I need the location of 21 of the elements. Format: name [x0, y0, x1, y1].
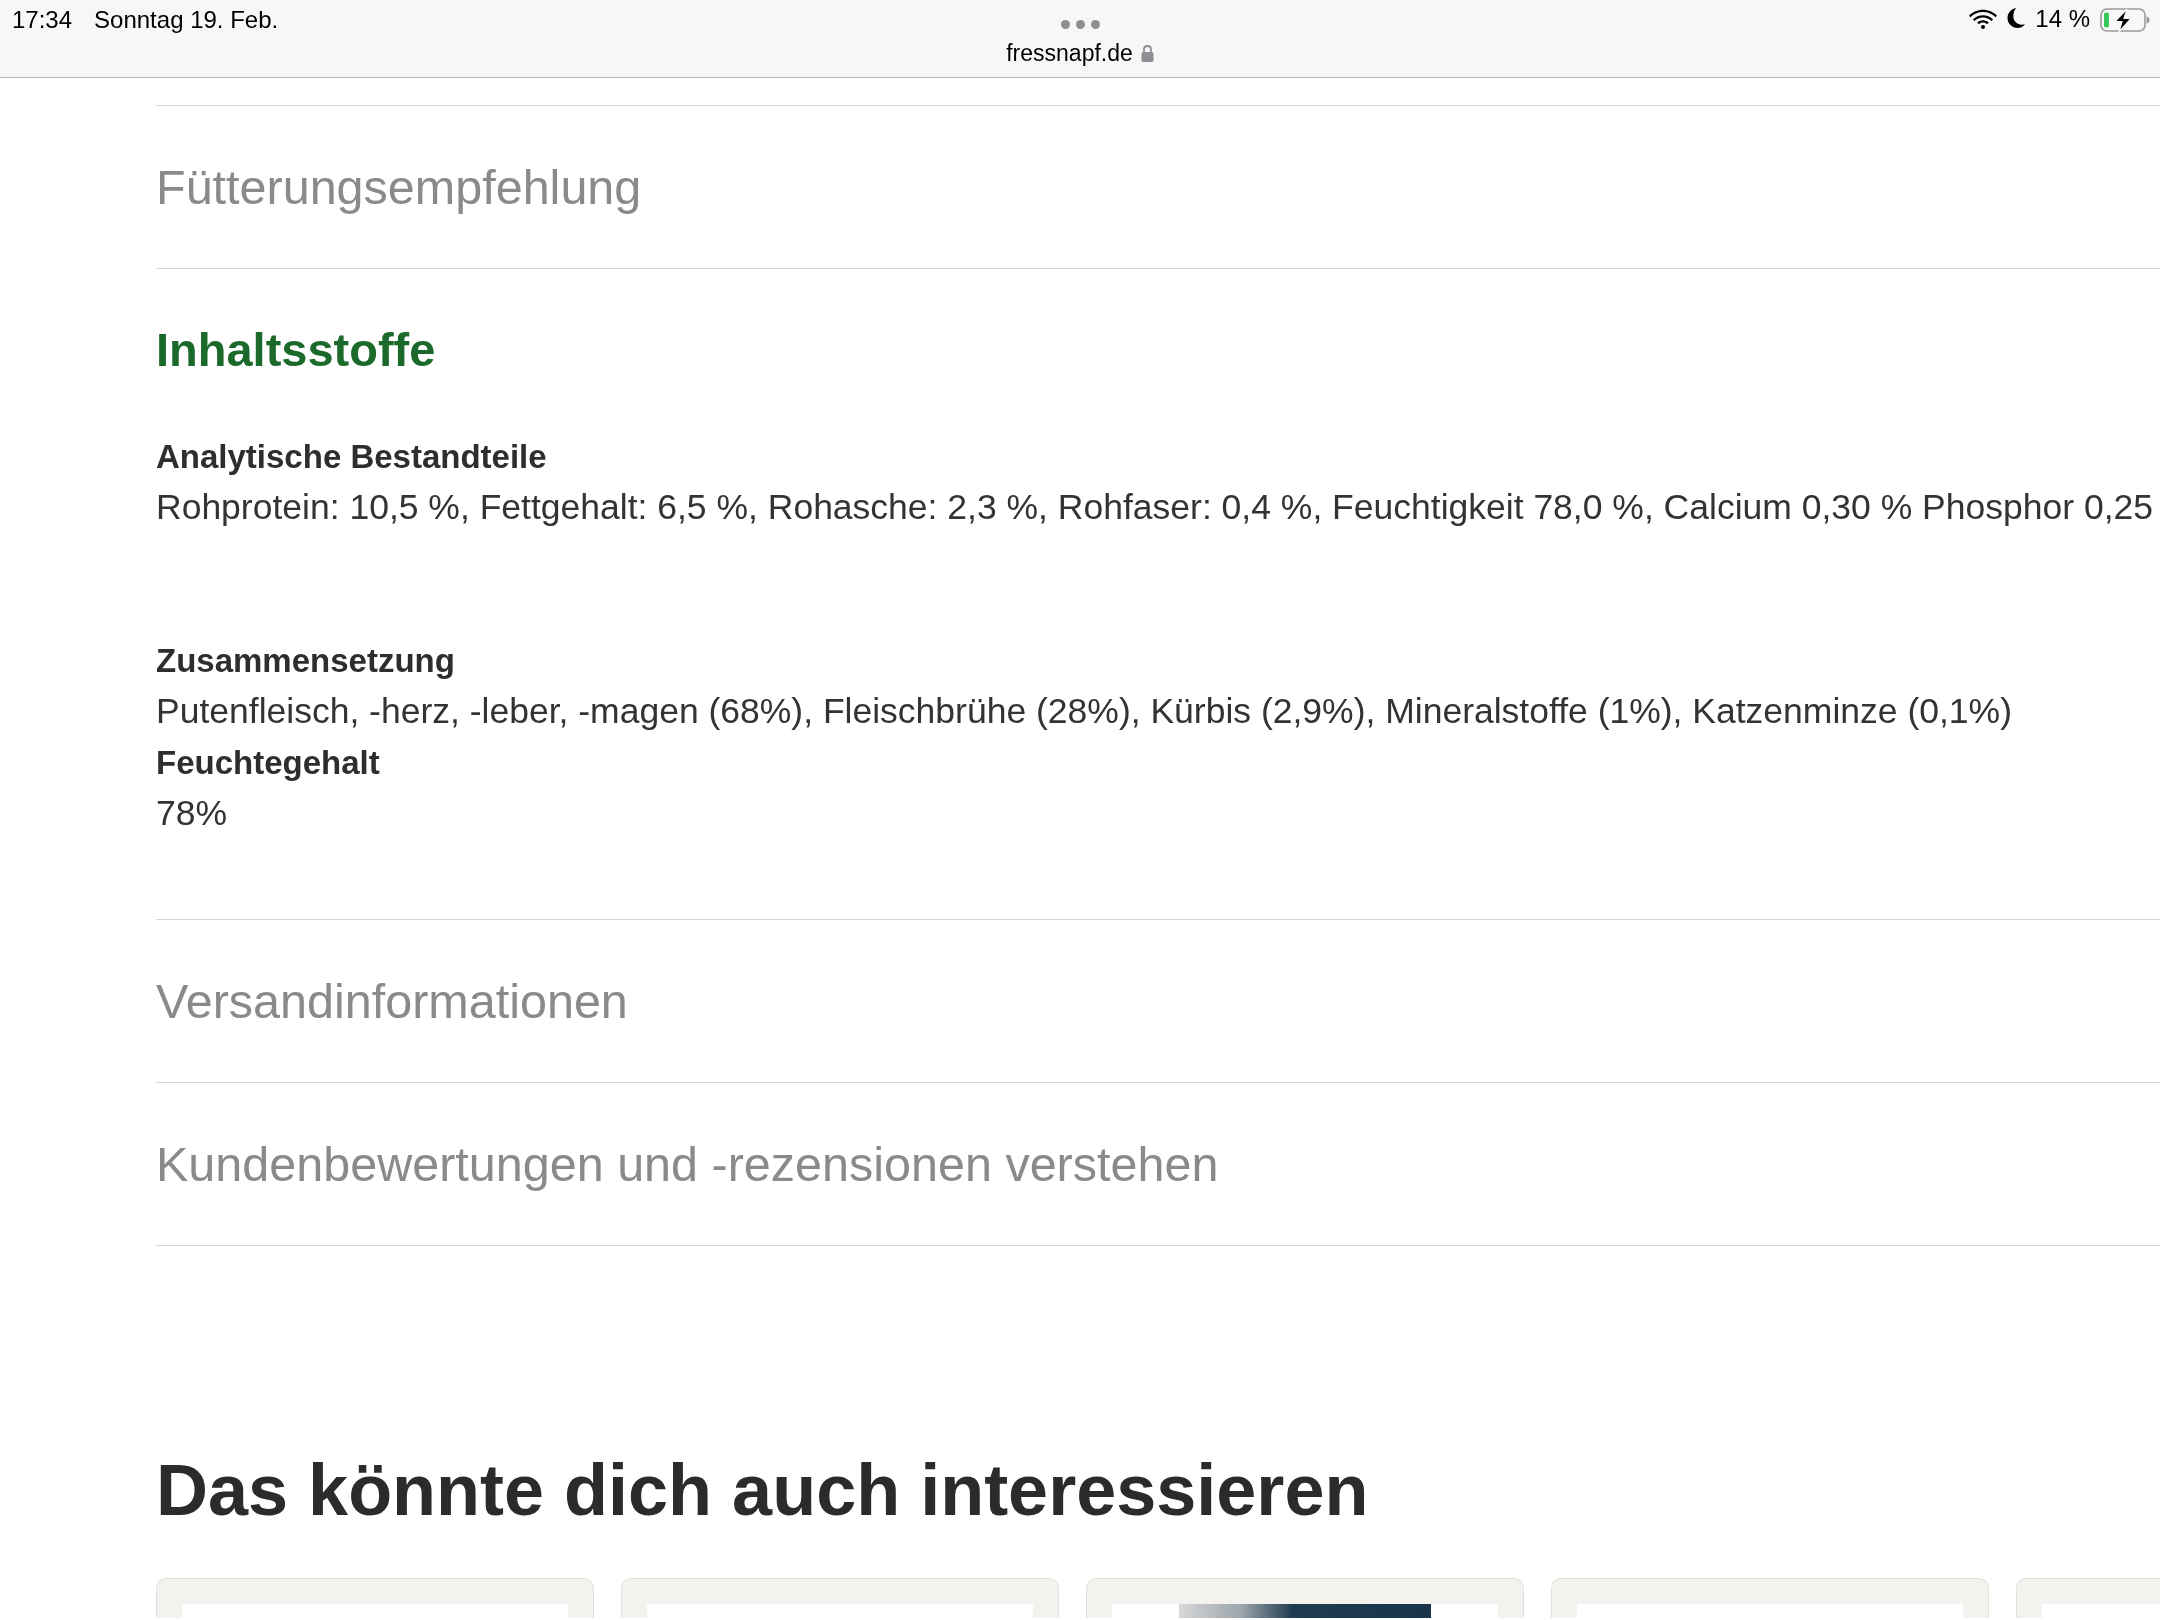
accordion-title[interactable]: Fütterungsempfehlung — [156, 158, 642, 216]
section-heading: Feuchtegehalt — [156, 743, 380, 783]
status-date: Sonntag 19. Feb. — [94, 5, 279, 35]
section-heading: Analytische Bestandteile — [156, 437, 547, 477]
status-time: 17:34 — [12, 5, 73, 35]
more-icon[interactable] — [1060, 20, 1100, 29]
wifi-icon — [1969, 8, 1998, 29]
section-heading: Zusammensetzung — [156, 641, 455, 681]
accordion-title[interactable]: Versandinformationen — [156, 972, 628, 1030]
section-text: Putenfleisch, -herz, -leber, -magen (68%), Fleischbrühe (28%), Kürbis (2,9%), Mineralstoffe (1%), Katzenminze (0,1%) — [156, 690, 2012, 733]
lock-icon — [1140, 44, 1154, 62]
accordion-title[interactable]: Kundenbewertungen und -rezensionen verstehen — [156, 1135, 1219, 1193]
product-card[interactable] — [1086, 1578, 1524, 1618]
url-text[interactable]: fressnapf.de — [1006, 39, 1133, 67]
battery-percent: 14 % — [2035, 8, 2090, 30]
section-text: 78% — [156, 792, 228, 835]
section-title: Das könnte dich auch interessieren — [156, 1450, 1369, 1530]
moon-icon — [2007, 8, 2026, 28]
section-text: Rohprotein: 10,5 %, Fettgehalt: 6,5 %, Rohasche: 2,3 %, Rohfaser: 0,4 %, Feuchtigkeit 78,0 %, Calcium 0,30 % Phosphor 0,25 — [156, 486, 2153, 529]
accordion-title[interactable]: Inhaltsstoffe — [156, 322, 436, 378]
battery-charging-icon — [2100, 8, 2150, 32]
